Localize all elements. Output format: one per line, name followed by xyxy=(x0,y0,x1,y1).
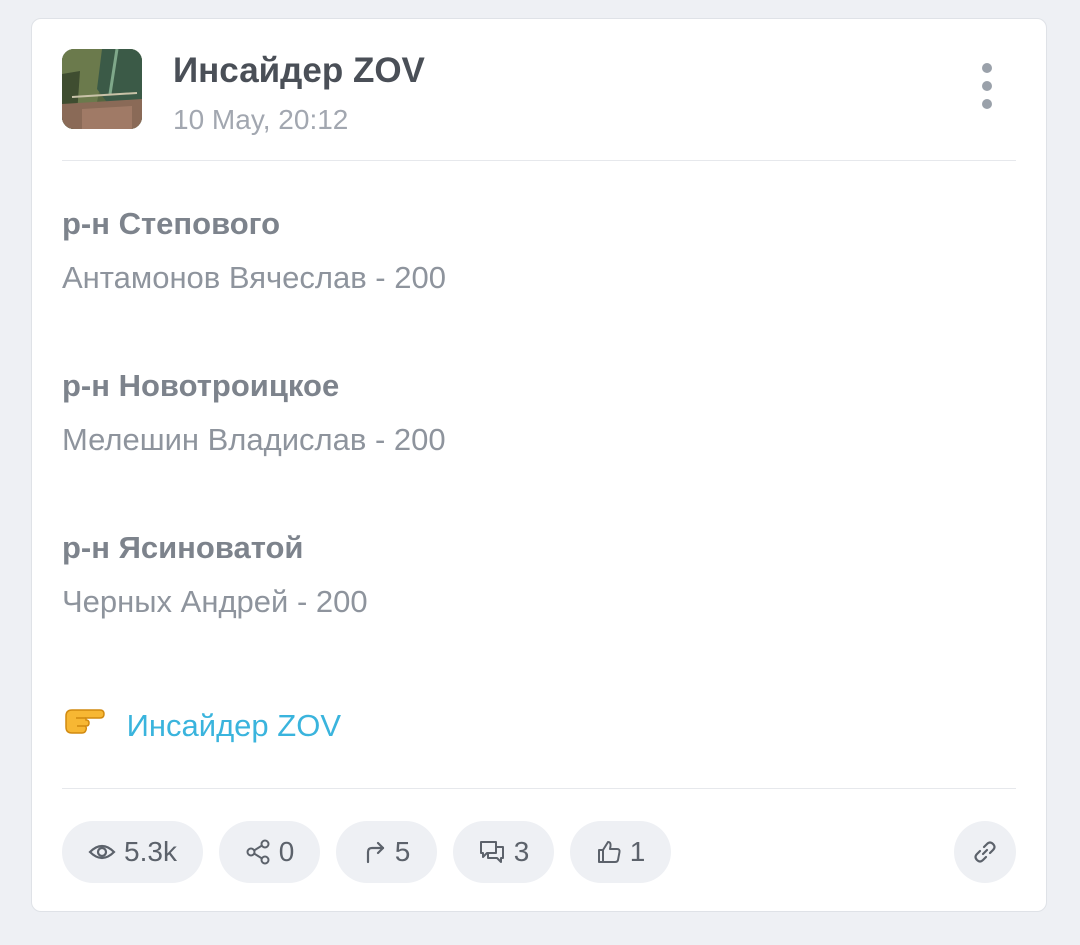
comments-button[interactable]: 3 xyxy=(453,821,554,883)
eye-icon xyxy=(88,844,116,860)
comments-icon xyxy=(479,841,504,863)
post-block: р-н Новотроицкое Мелешин Владислав - 200 xyxy=(62,359,1016,467)
forwards-count: 5 xyxy=(394,836,411,867)
likes-count: 1 xyxy=(629,836,646,867)
thumbs-up-icon xyxy=(597,841,621,863)
like-button[interactable]: 1 xyxy=(570,821,671,883)
more-vertical-icon xyxy=(982,63,992,73)
forward-button[interactable]: 5 xyxy=(336,821,437,883)
region-heading: р-н Ясиноватой xyxy=(62,530,304,565)
entry-text: Черных Андрей - 200 xyxy=(62,584,368,619)
post-header: Инсайдер ZOV 10 May, 20:12 xyxy=(62,49,1016,135)
post-signature: Инсайдер ZOV xyxy=(62,699,341,751)
post-block: р-н Степового Антамонов Вячеслав - 200 xyxy=(62,197,1016,305)
share-button[interactable]: 0 xyxy=(219,821,320,883)
signature-link[interactable]: Инсайдер ZOV xyxy=(127,708,341,743)
post-footer: 5.3k 0 5 3 1 xyxy=(62,821,1016,883)
footer-divider xyxy=(62,788,1016,789)
more-options-button[interactable] xyxy=(972,63,1002,113)
post-card: Инсайдер ZOV 10 May, 20:12 р-н Степового… xyxy=(31,18,1047,912)
forward-arrow-icon xyxy=(366,841,384,864)
region-heading: р-н Степового xyxy=(62,206,281,241)
pointing-hand-icon xyxy=(62,701,106,751)
entry-text: Антамонов Вячеслав - 200 xyxy=(62,260,446,295)
region-heading: р-н Новотроицкое xyxy=(62,368,340,403)
comments-count: 3 xyxy=(513,836,530,867)
link-icon xyxy=(974,841,996,863)
header-divider xyxy=(62,160,1016,161)
entry-text: Мелешин Владислав - 200 xyxy=(62,422,446,457)
views-counter[interactable]: 5.3k xyxy=(62,821,203,883)
copy-link-button[interactable] xyxy=(954,821,1016,883)
avatar-image xyxy=(62,49,142,129)
views-count: 5.3k xyxy=(124,836,177,867)
share-icon xyxy=(246,839,270,865)
channel-name[interactable]: Инсайдер ZOV xyxy=(173,51,425,91)
channel-avatar[interactable] xyxy=(62,49,142,129)
post-date: 10 May, 20:12 xyxy=(173,104,349,135)
post-block: р-н Ясиноватой Черных Андрей - 200 xyxy=(62,521,1016,629)
post-body: р-н Степового Антамонов Вячеслав - 200 р… xyxy=(62,197,1016,683)
shares-count: 0 xyxy=(278,836,295,867)
